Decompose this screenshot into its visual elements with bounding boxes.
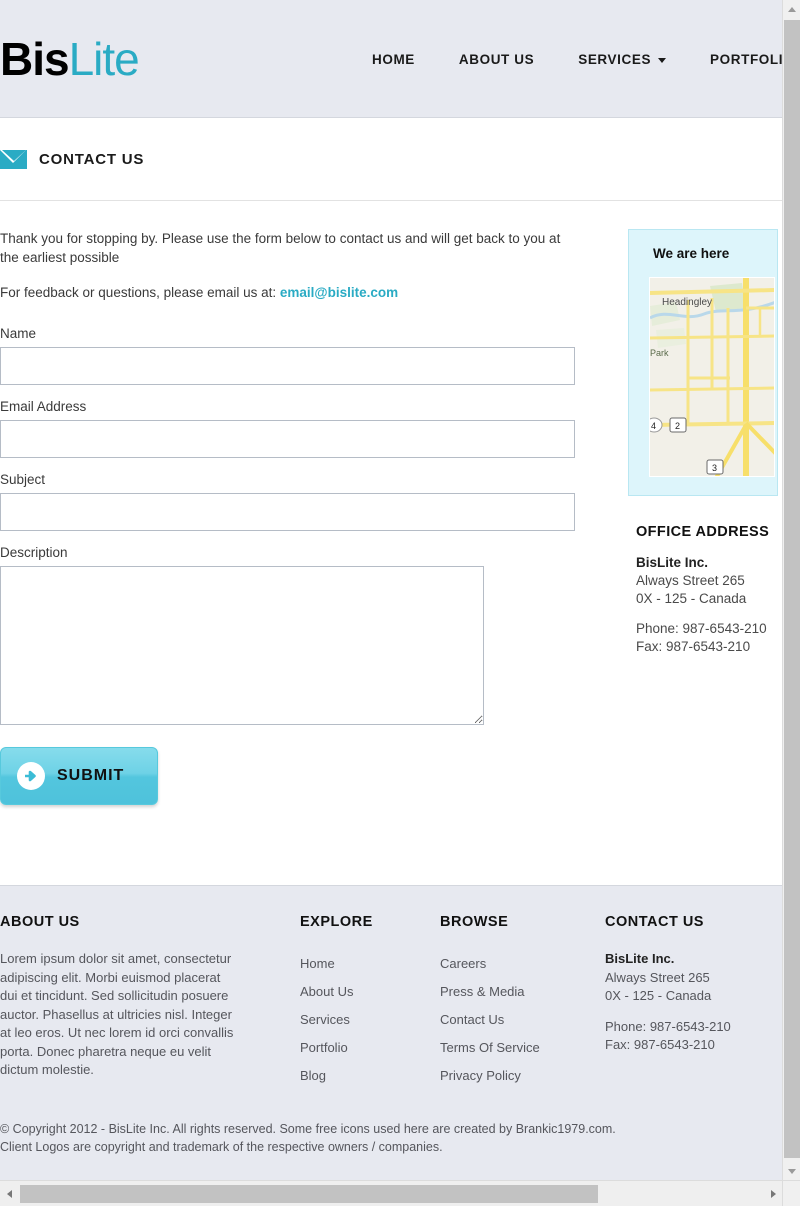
copyright-line-2: Client Logos are copyright and trademark… xyxy=(0,1140,443,1154)
office-phone: Phone: 987-6543-210 xyxy=(636,621,767,636)
site-logo[interactable]: BisLite xyxy=(0,32,140,85)
footer-link-press-media[interactable]: Press & Media xyxy=(440,978,605,1006)
nav-item-portfolio[interactable]: PORTFOLIO xyxy=(688,52,782,67)
footer-columns: ABOUT US Lorem ipsum dolor sit amet, con… xyxy=(0,914,782,1090)
footer-link-careers[interactable]: Careers xyxy=(440,950,605,978)
mail-icon xyxy=(0,149,27,169)
footer-link-blog[interactable]: Blog xyxy=(300,1062,440,1090)
footer-contact-company: BisLite Inc. xyxy=(605,951,675,966)
scroll-right-button[interactable] xyxy=(764,1181,782,1206)
footer-browse-heading: BROWSE xyxy=(440,914,509,930)
nav-label: PORTFOLIO xyxy=(710,52,782,67)
main-content: Thank you for stopping by. Please use th… xyxy=(0,201,782,885)
svg-text:2: 2 xyxy=(675,421,680,431)
name-input[interactable] xyxy=(0,347,575,385)
feedback-paragraph: For feedback or questions, please email … xyxy=(0,283,620,302)
svg-text:4: 4 xyxy=(651,421,656,431)
label-description: Description xyxy=(0,545,68,560)
page-title: CONTACT US xyxy=(39,150,145,168)
intro-paragraph: Thank you for stopping by. Please use th… xyxy=(0,231,561,265)
footer-about-heading: ABOUT US xyxy=(0,914,80,930)
horizontal-scrollbar[interactable] xyxy=(0,1180,782,1206)
office-company: BisLite Inc. xyxy=(636,555,709,570)
scroll-up-button[interactable] xyxy=(783,0,800,18)
nav-item-services[interactable]: SERVICES xyxy=(556,52,688,67)
label-name: Name xyxy=(0,326,37,341)
logo-text-secondary: Lite xyxy=(68,32,140,85)
scroll-left-button[interactable] xyxy=(0,1181,18,1206)
page-content: BisLite HOME ABOUT US SERVICES PORTFOLIO xyxy=(0,0,782,1180)
footer-column-about: ABOUT US Lorem ipsum dolor sit amet, con… xyxy=(0,914,300,1090)
nav-item-home[interactable]: HOME xyxy=(350,52,437,67)
footer-link-about-us[interactable]: About Us xyxy=(300,978,440,1006)
submit-button[interactable]: SUBMIT xyxy=(0,747,158,805)
footer-column-browse: BROWSE Careers Press & Media Contact Us … xyxy=(440,914,605,1090)
label-subject: Subject xyxy=(0,472,46,487)
footer-link-privacy-policy[interactable]: Privacy Policy xyxy=(440,1062,605,1090)
nav-item-about-us[interactable]: ABOUT US xyxy=(437,52,556,67)
browser-viewport: BisLite HOME ABOUT US SERVICES PORTFOLIO xyxy=(0,0,800,1206)
description-textarea[interactable] xyxy=(0,566,484,725)
scroll-down-button[interactable] xyxy=(783,1162,800,1180)
footer-contact-phone: Phone: 987-6543-210 xyxy=(605,1018,731,1034)
site-footer: ABOUT US Lorem ipsum dolor sit amet, con… xyxy=(0,885,782,1180)
email-input[interactable] xyxy=(0,420,575,458)
footer-contact-fax: Fax: 987-6543-210 xyxy=(605,1037,715,1052)
site-header: BisLite HOME ABOUT US SERVICES PORTFOLIO xyxy=(0,0,782,118)
copyright-line-1: © Copyright 2012 - BisLite Inc. All righ… xyxy=(0,1122,616,1136)
footer-explore-heading: EXPLORE xyxy=(300,914,373,930)
arrow-right-circle-icon xyxy=(17,762,45,790)
office-street: Always Street 265 xyxy=(636,573,745,588)
feedback-prefix: For feedback or questions, please email … xyxy=(0,285,280,300)
footer-link-contact-us[interactable]: Contact Us xyxy=(440,1006,605,1034)
svg-text:Park: Park xyxy=(650,348,669,358)
footer-column-contact: CONTACT US BisLite Inc. Always Street 26… xyxy=(605,914,782,1090)
footer-link-services[interactable]: Services xyxy=(300,1006,440,1034)
map-card-title: We are here xyxy=(653,246,730,261)
triangle-up-icon xyxy=(788,6,796,12)
office-region: 0X - 125 - Canada xyxy=(636,591,747,606)
page-title-bar: CONTACT US xyxy=(0,118,782,201)
triangle-left-icon xyxy=(6,1190,12,1198)
main-navigation: HOME ABOUT US SERVICES PORTFOLIO xyxy=(350,52,782,67)
footer-contact-region: 0X - 125 - Canada xyxy=(605,988,712,1003)
footer-link-terms-of-service[interactable]: Terms Of Service xyxy=(440,1034,605,1062)
map-card: We are here Headingley Park 4 2 3 xyxy=(628,229,778,496)
triangle-down-icon xyxy=(788,1168,796,1174)
submit-button-label: SUBMIT xyxy=(57,767,125,784)
sidebar-column: We are here Headingley Park 4 2 3 OFFICE… xyxy=(620,229,782,885)
footer-link-portfolio[interactable]: Portfolio xyxy=(300,1034,440,1062)
svg-text:Headingley: Headingley xyxy=(662,297,712,308)
location-map[interactable]: Headingley Park 4 2 3 xyxy=(649,277,775,477)
triangle-right-icon xyxy=(770,1190,776,1198)
office-address-heading: OFFICE ADDRESS xyxy=(636,524,770,540)
footer-contact-street: Always Street 265 xyxy=(605,969,710,985)
chevron-down-icon xyxy=(658,58,667,63)
svg-text:3: 3 xyxy=(712,463,717,473)
footer-contact-heading: CONTACT US xyxy=(605,914,704,930)
email-link[interactable]: email@bislite.com xyxy=(280,285,398,300)
nav-label: SERVICES xyxy=(578,52,652,67)
copyright-block: © Copyright 2012 - BisLite Inc. All righ… xyxy=(0,1120,782,1156)
footer-link-home[interactable]: Home xyxy=(300,950,440,978)
vertical-scrollbar-thumb[interactable] xyxy=(784,20,800,1158)
subject-input[interactable] xyxy=(0,493,575,531)
contact-form-column: Thank you for stopping by. Please use th… xyxy=(0,229,620,885)
footer-column-explore: EXPLORE Home About Us Services Portfolio… xyxy=(300,914,440,1090)
scrollbar-corner xyxy=(782,1180,800,1206)
footer-about-text: Lorem ipsum dolor sit amet, consectetur … xyxy=(0,951,234,1077)
vertical-scrollbar[interactable] xyxy=(782,0,800,1180)
horizontal-scrollbar-thumb[interactable] xyxy=(20,1185,598,1203)
label-email: Email Address xyxy=(0,399,87,414)
office-fax: Fax: 987-6543-210 xyxy=(636,639,751,654)
office-address-block: BisLite Inc. Always Street 265 0X - 125 … xyxy=(636,554,782,656)
nav-label: ABOUT US xyxy=(458,52,535,67)
logo-text-primary: Bis xyxy=(0,32,70,85)
nav-label: HOME xyxy=(372,52,415,67)
